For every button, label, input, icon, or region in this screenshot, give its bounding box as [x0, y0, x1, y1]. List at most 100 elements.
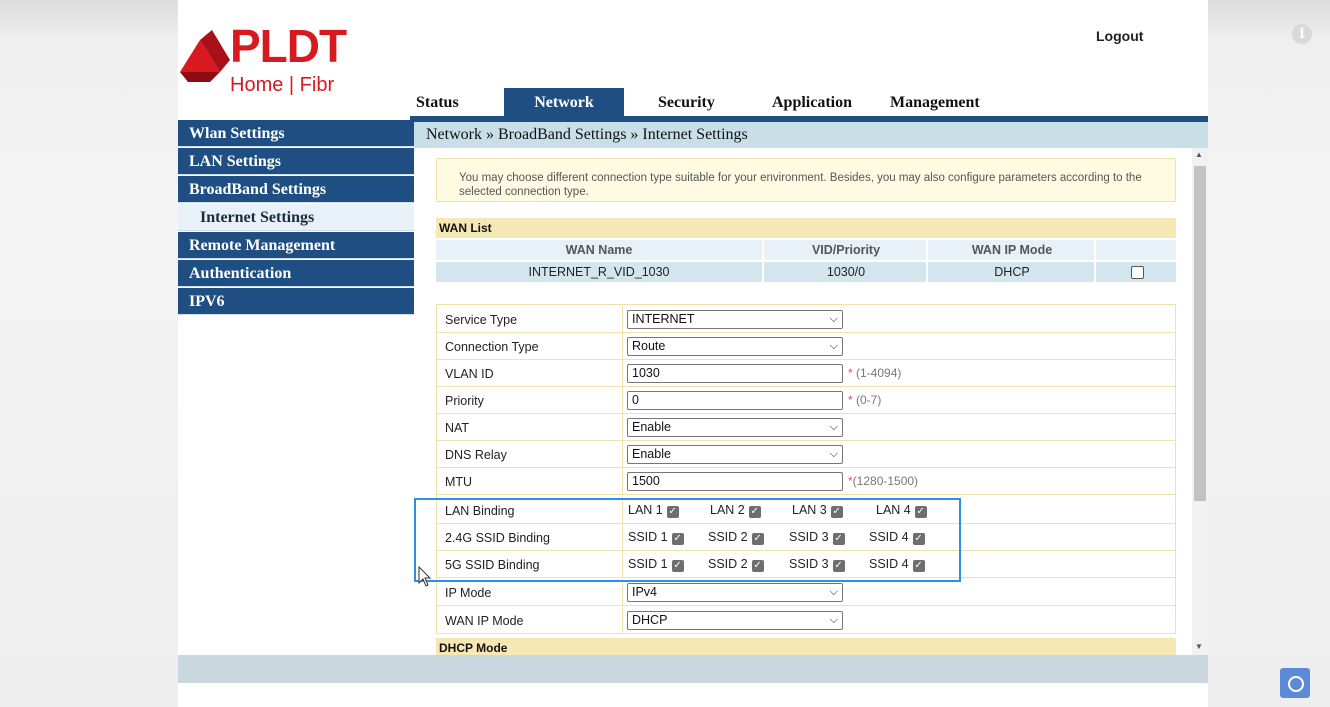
ip-mode-label: IP Mode	[445, 586, 492, 600]
scroll-up-icon[interactable]: ▲	[1195, 150, 1203, 159]
chevron-down-icon: ⌵	[829, 340, 838, 352]
ip-mode-select[interactable]: IPv4 ⌵	[627, 583, 843, 602]
tab-management[interactable]: Management	[890, 88, 980, 116]
sidebar-item-internet-settings[interactable]: Internet Settings	[178, 204, 414, 231]
mtu-input[interactable]: 1500	[627, 472, 843, 491]
form-row-lan-binding: LAN Binding LAN 1 ✓ LAN 2 ✓ LAN 3 ✓ LAN 4 ✓	[436, 497, 1176, 524]
ssid24-1-checkbox[interactable]: SSID 1 ✓	[628, 530, 684, 545]
scroll-thumb[interactable]	[1194, 166, 1206, 501]
checkmark-icon: ✓	[748, 506, 761, 518]
brand-subtitle: Home | Fibr	[230, 74, 335, 96]
tab-application[interactable]: Application	[772, 88, 852, 116]
wan-ip-mode-header: WAN IP Mode	[930, 240, 1096, 260]
sidebar-item-ipv6[interactable]: IPV6	[178, 288, 414, 315]
scroll-down-icon[interactable]: ▼	[1195, 642, 1203, 651]
checkmark-icon: ✓	[912, 533, 925, 545]
vid-priority-header: VID/Priority	[766, 240, 928, 260]
tab-network[interactable]: Network	[504, 88, 624, 116]
nat-label: NAT	[445, 421, 470, 435]
ssid5-3-checkbox[interactable]: SSID 3 ✓	[789, 557, 845, 572]
dns-relay-select[interactable]: Enable ⌵	[627, 445, 843, 464]
footer-bar	[178, 655, 1208, 683]
lan-4-checkbox[interactable]: LAN 4 ✓	[876, 503, 927, 518]
wan-list-header: WAN Name VID/Priority WAN IP Mode	[436, 240, 1176, 260]
chevron-down-icon: ⌵	[829, 421, 838, 433]
sidebar-item-authentication[interactable]: Authentication	[178, 260, 414, 287]
compass-icon[interactable]	[1280, 668, 1310, 698]
vlan-id-hint: * (1-4094)	[848, 366, 902, 380]
form-row-dns-relay: DNS Relay Enable ⌵	[436, 441, 1176, 468]
checkmark-icon: ✓	[671, 560, 684, 572]
chevron-down-icon: ⌵	[829, 313, 838, 325]
sidebar-item-lan-settings[interactable]: LAN Settings	[178, 148, 414, 175]
wan-ip-mode-cell: DHCP	[930, 262, 1096, 282]
checkmark-icon: ✓	[830, 506, 843, 518]
checkmark-icon: ✓	[914, 506, 927, 518]
checkmark-icon: ✓	[751, 560, 764, 572]
wan-ip-mode-select[interactable]: DHCP ⌵	[627, 611, 843, 630]
priority-hint: * (0-7)	[848, 393, 882, 407]
info-icon[interactable]: i	[1292, 24, 1312, 44]
service-type-label: Service Type	[445, 313, 518, 327]
sidebar-item-remote-management[interactable]: Remote Management	[178, 232, 414, 259]
form-row-mtu: MTU 1500 *(1280-1500)	[436, 468, 1176, 495]
content-scrollbar[interactable]: ▲ ▼	[1192, 148, 1208, 655]
vlan-id-input[interactable]: 1030	[627, 364, 843, 383]
select-cell	[1098, 262, 1178, 282]
vlan-id-label: VLAN ID	[445, 367, 494, 381]
chevron-down-icon: ⌵	[829, 448, 838, 460]
content-panel: You may choose different connection type…	[414, 148, 1194, 655]
service-type-select[interactable]: INTERNET ⌵	[627, 310, 843, 329]
connection-type-select[interactable]: Route ⌵	[627, 337, 843, 356]
tab-security[interactable]: Security	[658, 88, 715, 116]
ssid5-2-checkbox[interactable]: SSID 2 ✓	[708, 557, 764, 572]
nat-value: Enable	[632, 420, 671, 434]
sidebar-item-wlan-settings[interactable]: Wlan Settings	[178, 120, 414, 147]
info-notice: You may choose different connection type…	[436, 158, 1176, 202]
checkmark-icon: ✓	[832, 533, 845, 545]
dns-relay-label: DNS Relay	[445, 448, 507, 462]
nat-select[interactable]: Enable ⌵	[627, 418, 843, 437]
lan-3-checkbox[interactable]: LAN 3 ✓	[792, 503, 843, 518]
dhcp-mode-title: DHCP Mode	[436, 638, 1176, 655]
priority-input[interactable]: 0	[627, 391, 843, 410]
lan-binding-label: LAN Binding	[445, 504, 515, 518]
checkmark-icon: ✓	[832, 560, 845, 572]
tab-status[interactable]: Status	[416, 88, 459, 116]
breadcrumb: Network » BroadBand Settings » Internet …	[414, 122, 1208, 148]
connection-type-label: Connection Type	[445, 340, 539, 354]
wan-name-cell: INTERNET_R_VID_1030	[436, 262, 764, 282]
sidebar-item-broadband-settings[interactable]: BroadBand Settings	[178, 176, 414, 203]
form-row-ip-mode: IP Mode IPv4 ⌵	[436, 579, 1176, 606]
lan-1-checkbox[interactable]: LAN 1 ✓	[628, 503, 679, 518]
ssid24-4-checkbox[interactable]: SSID 4 ✓	[869, 530, 925, 545]
brand-name: PLDT	[230, 20, 347, 72]
form-row-vlan-id: VLAN ID 1030 * (1-4094)	[436, 360, 1176, 387]
ssid24-2-checkbox[interactable]: SSID 2 ✓	[708, 530, 764, 545]
form-row-ssid24-binding: 2.4G SSID Binding SSID 1 ✓ SSID 2 ✓ SSID 3…	[436, 524, 1176, 551]
chevron-down-icon: ⌵	[829, 614, 838, 626]
checkmark-icon: ✓	[751, 533, 764, 545]
ssid5-1-checkbox[interactable]: SSID 1 ✓	[628, 557, 684, 572]
dns-relay-value: Enable	[632, 447, 671, 461]
chevron-down-icon: ⌵	[829, 586, 838, 598]
wan-row-checkbox[interactable]	[1130, 266, 1144, 280]
ssid24-binding-label: 2.4G SSID Binding	[445, 531, 550, 545]
connection-type-value: Route	[632, 339, 666, 353]
wan-list-title: WAN List	[436, 218, 1176, 238]
checkmark-icon: ✓	[671, 533, 684, 545]
form-row-service-type: Service Type INTERNET ⌵	[436, 306, 1176, 333]
ssid5-4-checkbox[interactable]: SSID 4 ✓	[869, 557, 925, 572]
form-row-nat: NAT Enable ⌵	[436, 414, 1176, 441]
logout-link[interactable]: Logout	[1096, 28, 1143, 44]
mouse-cursor-icon	[418, 566, 432, 587]
lan-2-checkbox[interactable]: LAN 2 ✓	[710, 503, 761, 518]
form-row-connection-type: Connection Type Route ⌵	[436, 333, 1176, 360]
priority-label: Priority	[445, 394, 484, 408]
form-row-priority: Priority 0 * (0-7)	[436, 387, 1176, 414]
mtu-hint: *(1280-1500)	[848, 474, 919, 488]
form-row-wan-ip-mode: WAN IP Mode DHCP ⌵	[436, 607, 1176, 634]
ssid24-3-checkbox[interactable]: SSID 3 ✓	[789, 530, 845, 545]
wan-ip-mode-label: WAN IP Mode	[445, 614, 524, 628]
table-row[interactable]: INTERNET_R_VID_1030 1030/0 DHCP	[436, 262, 1178, 282]
